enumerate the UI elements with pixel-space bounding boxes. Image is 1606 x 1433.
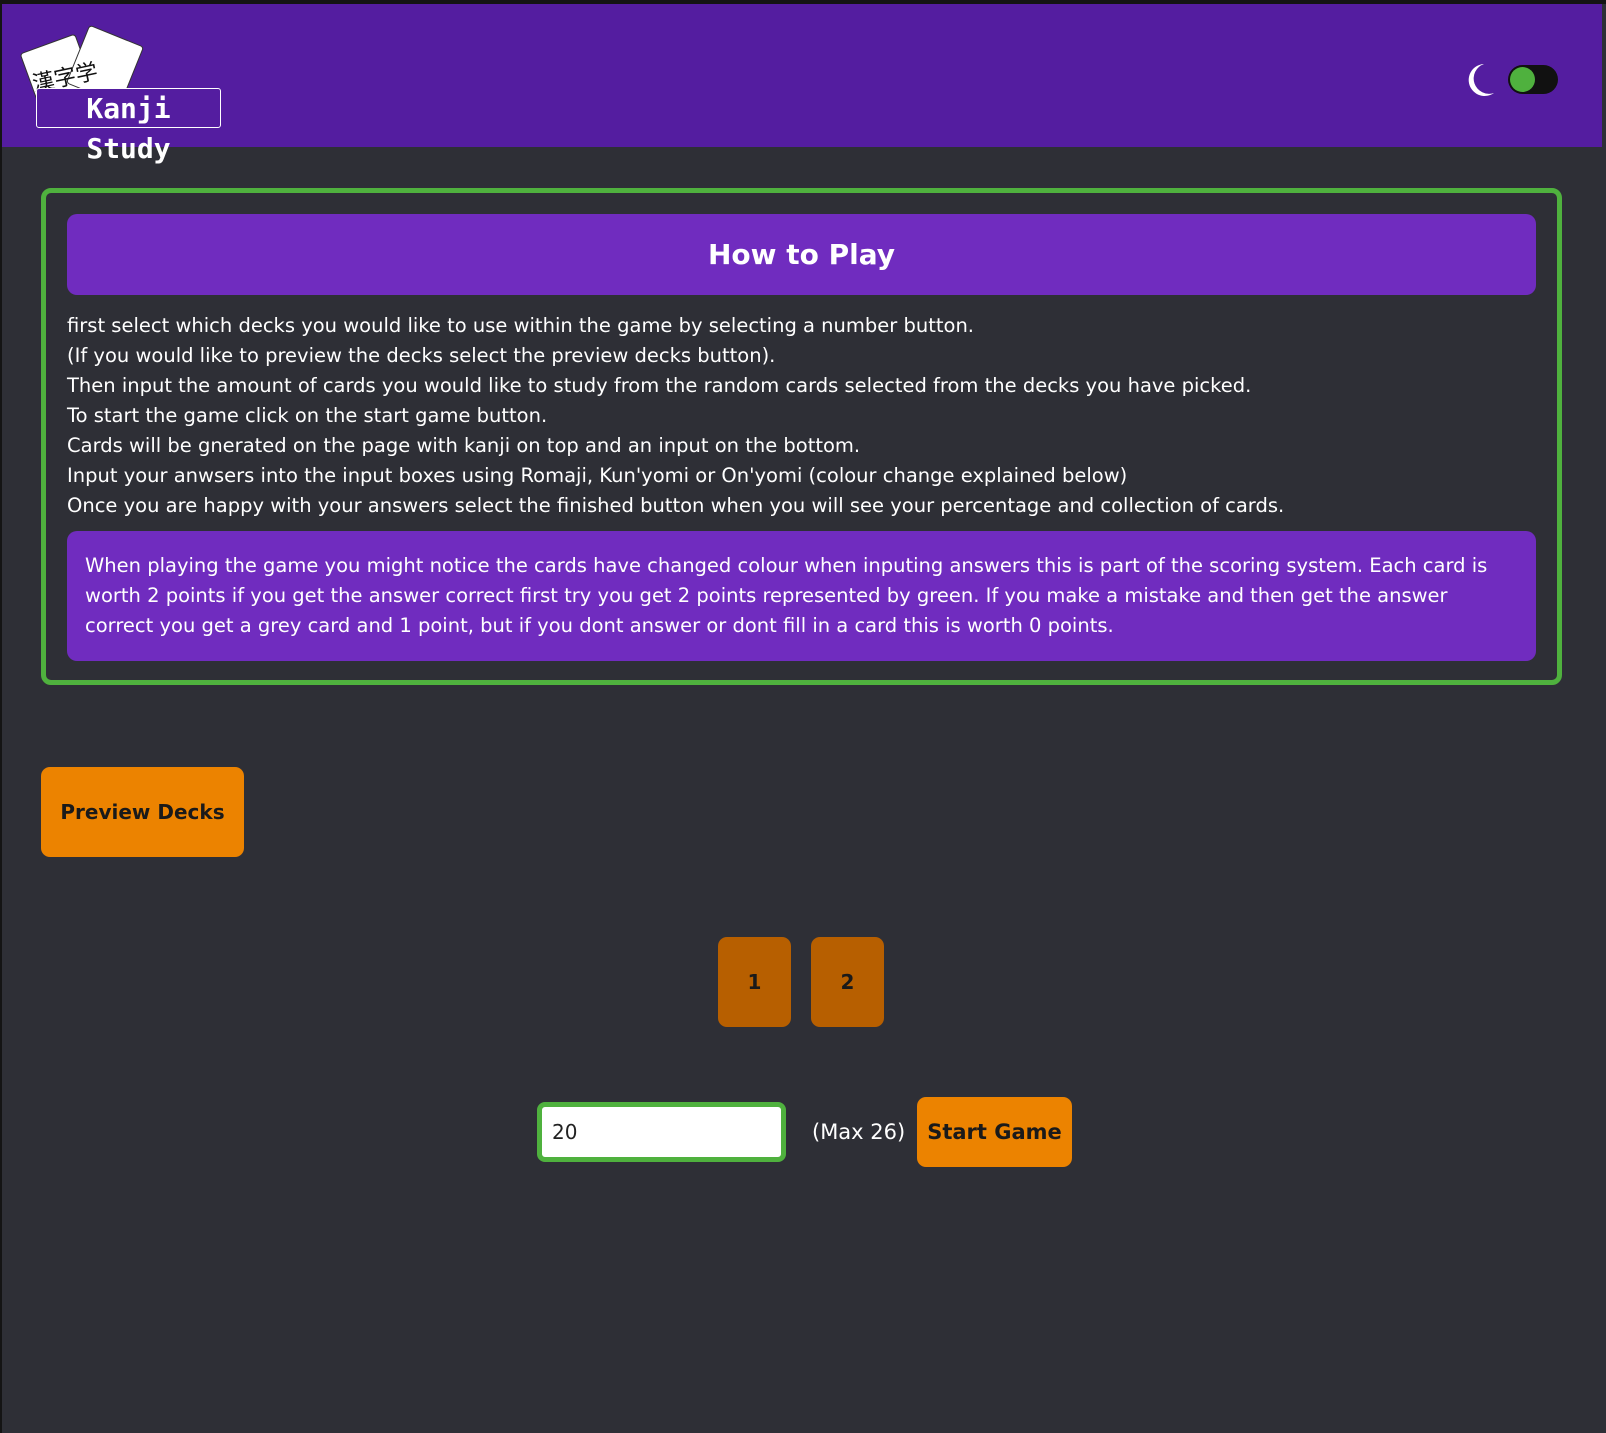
- deck-2-button[interactable]: 2: [811, 937, 884, 1027]
- theme-switch[interactable]: [1508, 65, 1558, 94]
- instructions-list: first select which decks you would like …: [67, 311, 1547, 521]
- kanji-study-logo[interactable]: 漢字学 Kanji Study: [20, 22, 230, 165]
- max-cards-label: (Max 26): [812, 1120, 906, 1144]
- preview-decks-button[interactable]: Preview Decks: [41, 767, 244, 857]
- instruction-line: Input your anwsers into the input boxes …: [67, 464, 1128, 487]
- how-to-play-title: How to Play: [67, 214, 1536, 295]
- how-to-play-panel: How to Play first select which decks you…: [41, 188, 1562, 685]
- instruction-line: Then input the amount of cards you would…: [67, 374, 1252, 397]
- switch-knob: [1510, 67, 1535, 92]
- moon-icon: [1468, 64, 1494, 96]
- scoring-explanation: When playing the game you might notice t…: [67, 531, 1536, 661]
- start-game-button[interactable]: Start Game: [917, 1097, 1072, 1167]
- instruction-line: To start the game click on the start gam…: [67, 404, 548, 427]
- site-header: 漢字学 Kanji Study: [2, 4, 1602, 165]
- window-left-edge: [0, 0, 2, 1433]
- instruction-line: Once you are happy with your answers sel…: [67, 494, 1285, 517]
- logo-title: Kanji Study: [36, 88, 221, 165]
- card-count-input[interactable]: [537, 1102, 786, 1162]
- deck-1-button[interactable]: 1: [718, 937, 791, 1027]
- dark-mode-toggle[interactable]: [1462, 62, 1562, 98]
- instruction-line: first select which decks you would like …: [67, 314, 975, 337]
- instruction-line: Cards will be gnerated on the page with …: [67, 434, 861, 457]
- instruction-line: (If you would like to preview the decks …: [67, 344, 776, 367]
